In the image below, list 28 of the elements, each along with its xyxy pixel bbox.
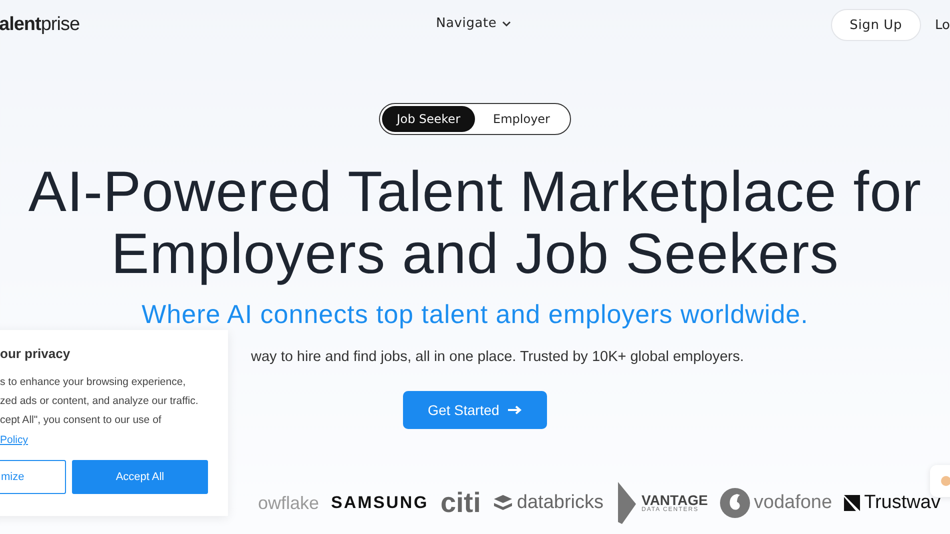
hero-subtitle: Where AI connects top talent and employers worldwide. xyxy=(140,299,810,330)
hero-heading: Employers and Job Seekers xyxy=(111,223,839,285)
hero-description: way to hire and find jobs, all in one place. Trusted by 10K+ global employers. xyxy=(251,349,744,365)
speech-mark-icon xyxy=(720,488,750,518)
get-started-button[interactable]: Get Started xyxy=(403,391,547,429)
arrow-right-icon xyxy=(508,405,522,415)
company-logo: SAMSUNG xyxy=(331,493,428,513)
cookie-text: s to enhance your browsing experience, zed ads or content, and analyze our traffic. cept All", you consent to our use of xyxy=(0,375,200,428)
sail-icon xyxy=(616,482,638,524)
cookie-title: our privacy xyxy=(0,346,72,361)
sign-up-button[interactable]: Sign Up xyxy=(830,9,922,41)
hero-heading: AI-Powered Talent Marketplace for xyxy=(28,161,922,223)
company-logo: databricks xyxy=(516,492,604,514)
accept-all-button[interactable]: Accept All xyxy=(72,460,208,494)
company-logo: VANTAGE xyxy=(642,493,708,507)
customize-button[interactable]: mize xyxy=(0,460,66,494)
company-logo: Trustwav xyxy=(864,492,940,514)
company-logo: vodafone xyxy=(754,492,832,514)
stack-icon xyxy=(492,494,513,512)
privacy-policy-link[interactable]: Policy xyxy=(0,434,28,446)
triangle-mark-icon xyxy=(844,495,860,511)
chevron-down-icon xyxy=(502,20,511,26)
navigate-menu[interactable]: Navigate xyxy=(436,16,511,31)
role-tab[interactable]: Employer xyxy=(475,106,568,132)
company-logo: owflake xyxy=(258,492,320,514)
role-tab[interactable]: Job Seeker xyxy=(382,106,475,132)
company-logo: citi xyxy=(440,487,481,519)
login-link[interactable]: Lo xyxy=(935,18,950,32)
